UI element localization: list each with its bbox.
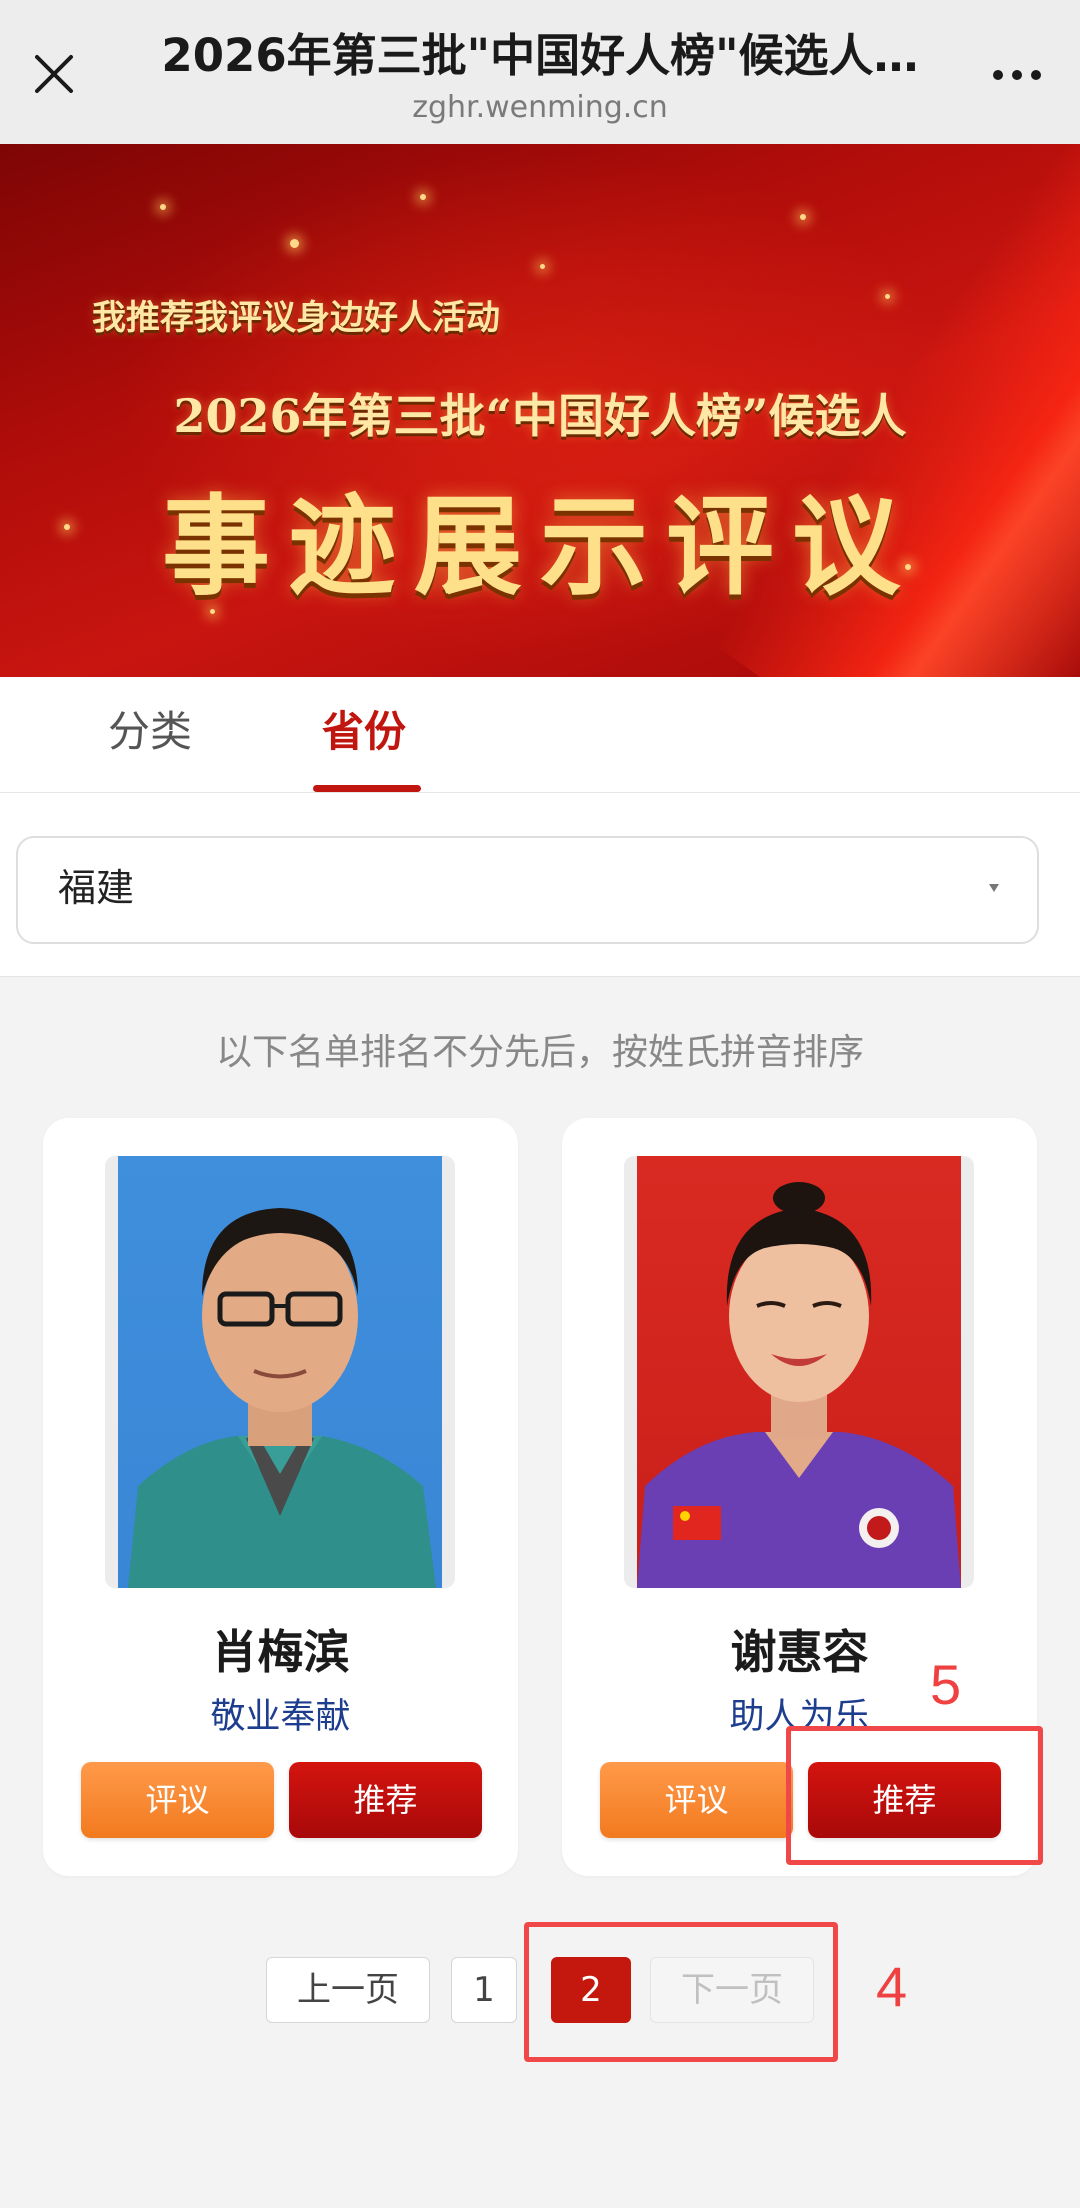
banner-headline: 2026年第三批“中国好人榜”候选人 [173,389,907,443]
tab-province[interactable]: 省份 [322,677,406,792]
filter-area: 福建 [0,793,1080,977]
candidate-photo[interactable] [118,1156,442,1588]
close-icon[interactable] [24,44,84,104]
candidate-name[interactable]: 谢惠容 [562,1616,1037,1682]
annotation-box-recommend [786,1726,1043,1865]
sparkle [420,194,426,200]
caret-down-icon [989,884,999,892]
page-1-button[interactable]: 1 [451,1957,517,2023]
tab-category[interactable]: 分类 [108,677,192,792]
candidate-photo[interactable] [637,1156,961,1588]
title-block: 2026年第三批"中国好人榜"候选人… zghr.wenming.cn [130,26,950,128]
tab-bar: 分类 省份 [0,677,1080,793]
sorting-notice: 以下名单排名不分先后，按姓氏拼音排序 [215,1032,864,1073]
page-title: 2026年第三批"中国好人榜"候选人… [161,29,919,82]
annotation-number-4: 4 [876,1955,908,2018]
annotation-box-pagination [524,1922,838,2062]
comment-button[interactable]: 评议 [600,1762,793,1838]
sparkle [290,239,299,248]
annotation-number-5: 5 [930,1653,962,1716]
recommend-button[interactable]: 推荐 [289,1762,482,1838]
candidate-photo-frame [624,1156,974,1588]
banner-subtitle: 我推荐我评议身边好人活动 [92,298,500,338]
candidate-photo-frame [105,1156,455,1588]
candidate-category: 敬业奉献 [210,1697,351,1737]
more-dots-icon[interactable] [982,50,1052,100]
candidate-card: 肖梅滨 敬业奉献 评议 推荐 [43,1118,518,1876]
sparkle [800,214,806,220]
sparkle [540,264,545,269]
candidate-name[interactable]: 肖梅滨 [43,1616,518,1682]
province-select[interactable]: 福建 [16,836,1039,944]
page-url: zghr.wenming.cn [412,90,668,125]
comment-button[interactable]: 评议 [81,1762,274,1838]
banner-big-title: 事迹展示评议 [161,484,918,610]
sparkle [885,294,890,299]
active-tab-indicator [313,785,421,792]
browser-top-bar: 2026年第三批"中国好人榜"候选人… zghr.wenming.cn [0,0,1080,144]
activity-banner: 我推荐我评议身边好人活动 2026年第三批“中国好人榜”候选人 事迹展示评议 [0,144,1080,677]
sparkle [160,204,166,210]
prev-page-button[interactable]: 上一页 [266,1957,430,2023]
province-select-value: 福建 [58,866,135,910]
